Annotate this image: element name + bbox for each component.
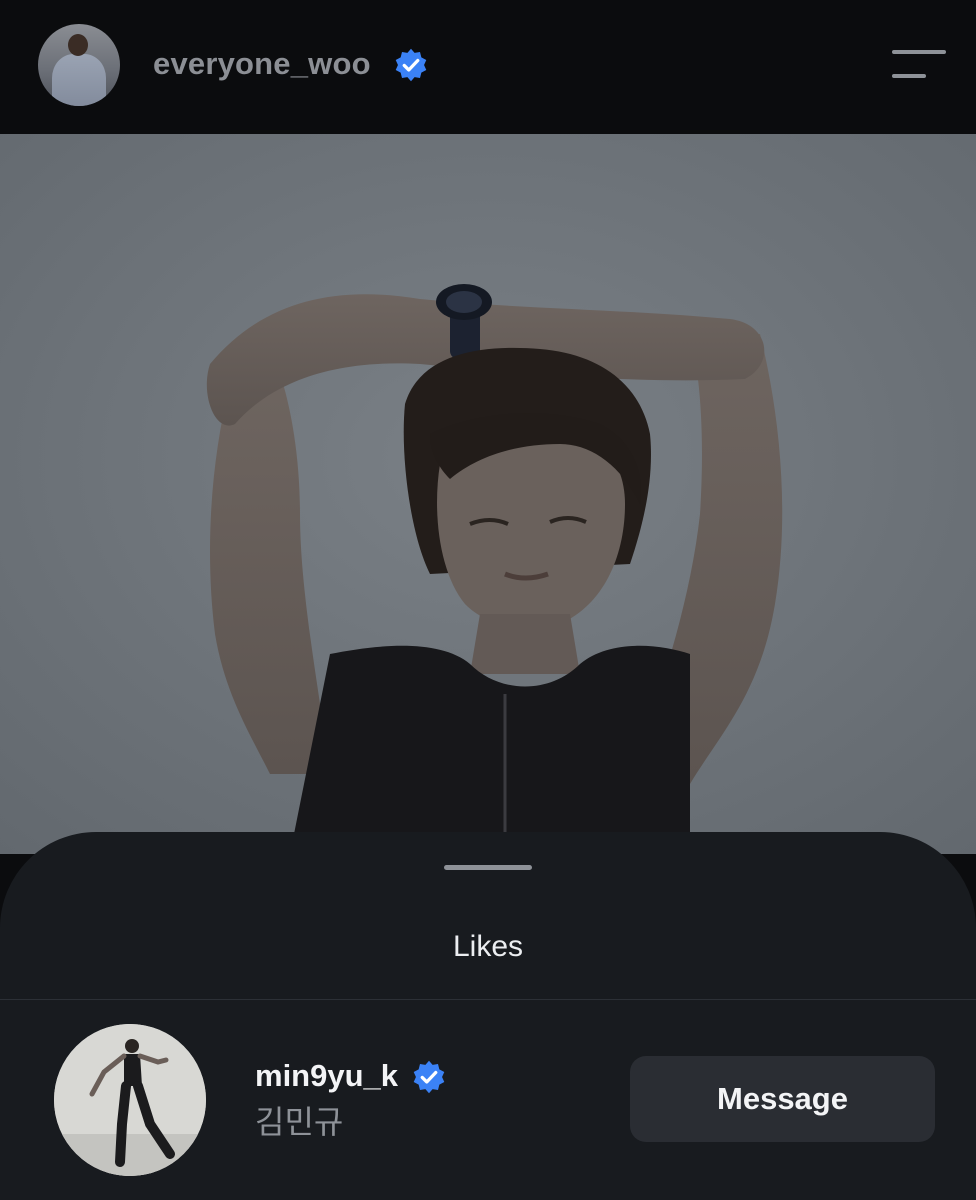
profile-header: everyone_woo [0, 0, 976, 134]
list-item[interactable]: min9yu_k 김민규 Message [0, 1000, 976, 1200]
message-button[interactable]: Message [630, 1056, 935, 1142]
avatar[interactable] [38, 24, 120, 106]
verified-badge-icon [413, 1060, 445, 1094]
likes-sheet: Likes min9yu_k 김민규 Message [0, 832, 976, 1200]
sheet-title: Likes [452, 930, 524, 963]
sheet-drag-handle[interactable] [444, 865, 532, 870]
avatar[interactable] [54, 1024, 206, 1176]
photo-illustration [0, 134, 976, 854]
liker-username[interactable]: min9yu_k [255, 1056, 398, 1096]
liker-full-name: 김민규 [255, 1104, 344, 1140]
menu-icon[interactable] [890, 48, 948, 80]
post-photo[interactable] [0, 134, 976, 854]
verified-badge-icon [395, 48, 427, 82]
header-username[interactable]: everyone_woo [153, 44, 371, 84]
